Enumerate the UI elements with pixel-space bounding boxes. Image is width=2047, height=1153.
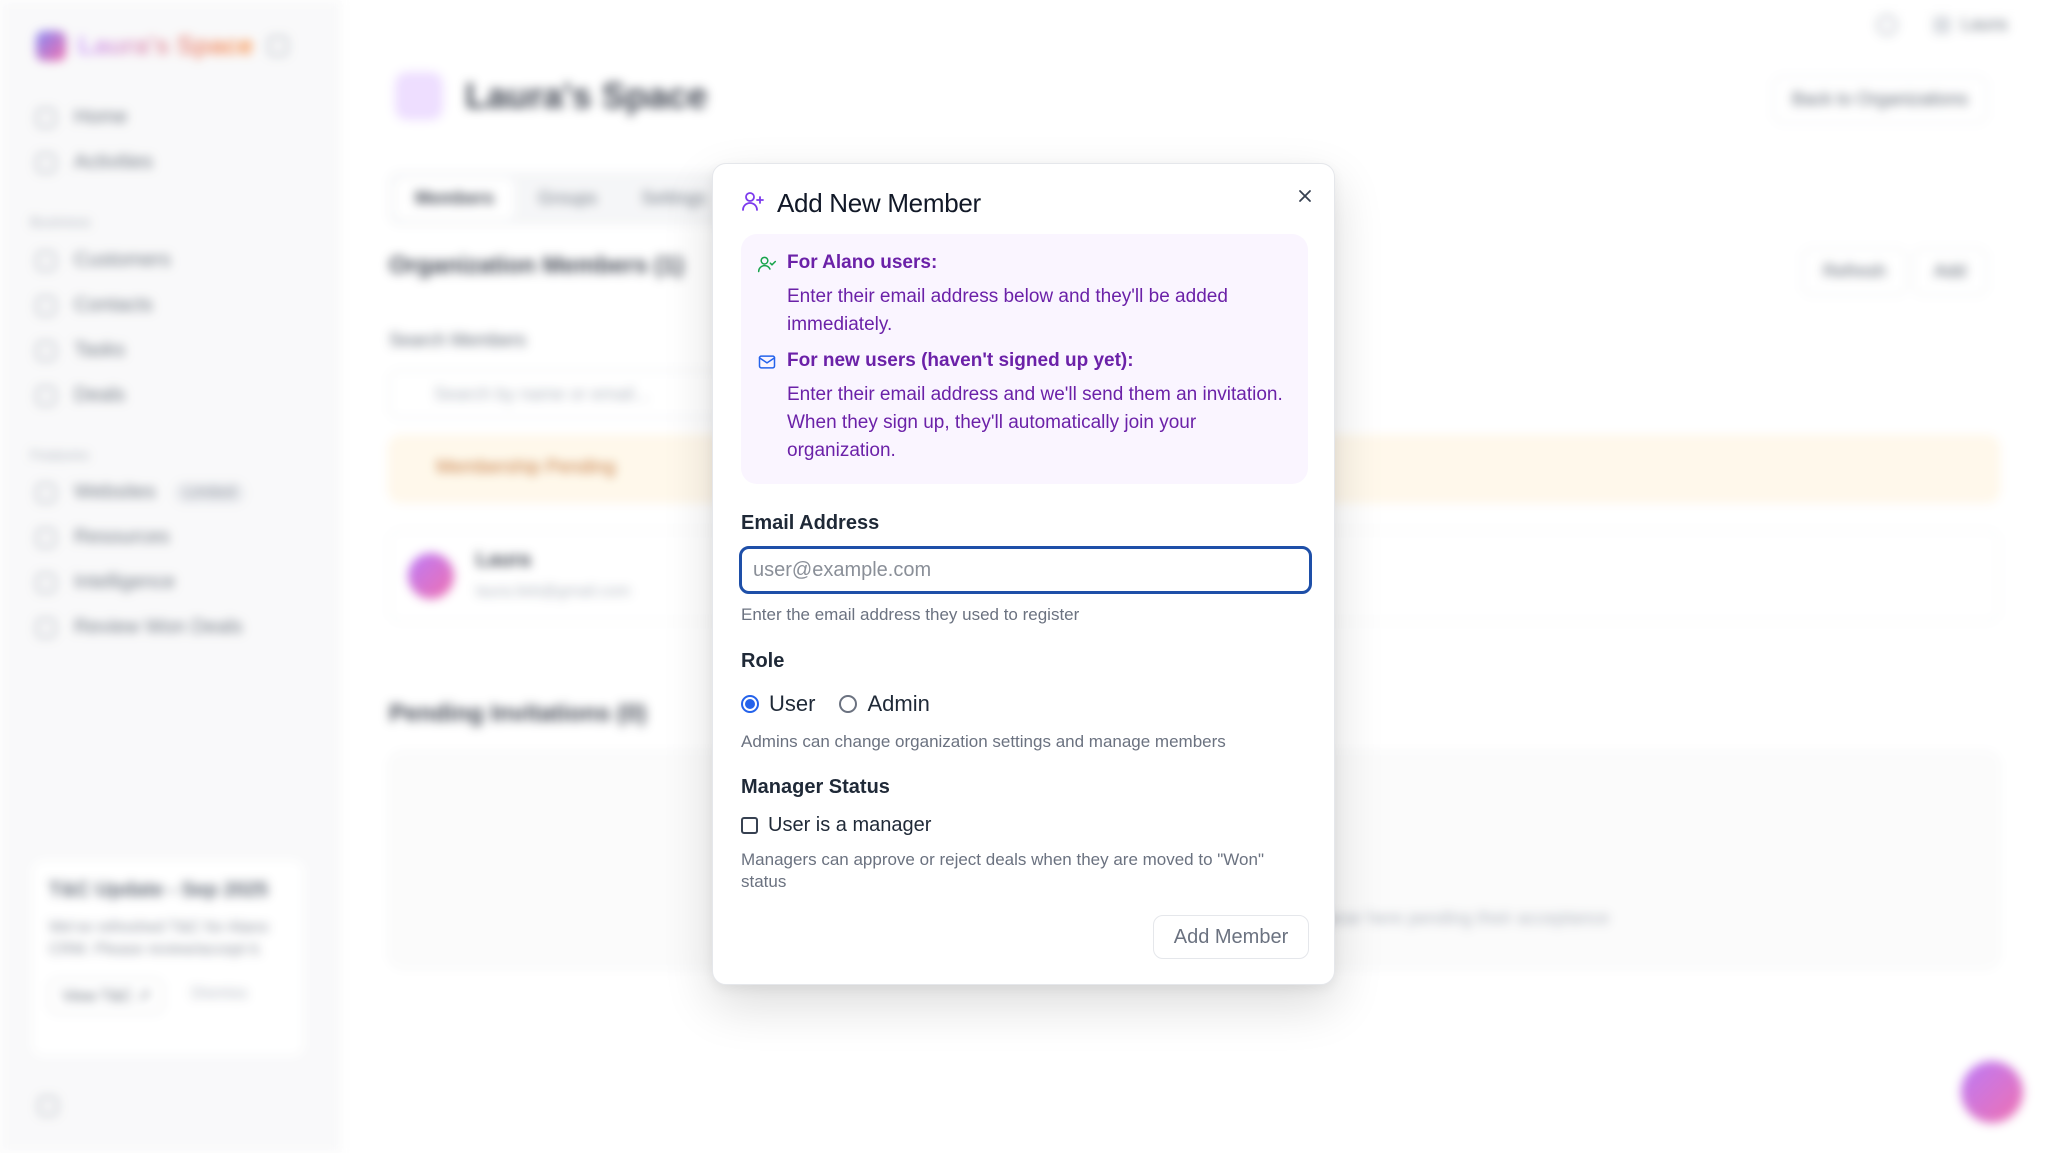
user-check-icon bbox=[757, 254, 777, 274]
close-icon bbox=[1297, 188, 1313, 209]
close-button[interactable] bbox=[1293, 186, 1317, 210]
info-callout: For Alano users: Enter their email addre… bbox=[741, 234, 1308, 484]
role-option-user[interactable]: User bbox=[741, 691, 815, 717]
role-radio-group: User Admin bbox=[741, 691, 930, 717]
role-label: Role bbox=[741, 650, 785, 672]
role-hint: Admins can change organization settings … bbox=[741, 732, 1226, 751]
role-option-label: Admin bbox=[867, 691, 930, 716]
alano-users-text: Enter their email address below and they… bbox=[787, 286, 1228, 335]
manager-checkbox-label: User is a manager bbox=[768, 814, 932, 836]
email-field[interactable] bbox=[739, 546, 1312, 594]
add-member-dialog: Add New Member For Alano users: Enter th… bbox=[712, 163, 1335, 985]
mail-icon bbox=[757, 352, 777, 372]
dialog-header: Add New Member bbox=[741, 188, 981, 219]
email-label: Email Address bbox=[741, 512, 880, 534]
add-member-button[interactable]: Add Member bbox=[1153, 915, 1309, 959]
role-option-admin[interactable]: Admin bbox=[839, 691, 930, 717]
manager-status-label: Manager Status bbox=[741, 776, 890, 798]
user-plus-icon bbox=[741, 189, 765, 218]
new-users-text: Enter their email address and we'll send… bbox=[787, 384, 1283, 461]
manager-hint: Managers can approve or reject deals whe… bbox=[741, 850, 1264, 891]
email-hint: Enter the email address they used to reg… bbox=[741, 605, 1080, 624]
dialog-title: Add New Member bbox=[777, 188, 981, 218]
new-users-heading: For new users (haven't signed up yet): bbox=[787, 350, 1134, 371]
radio-admin[interactable] bbox=[839, 695, 858, 713]
radio-user[interactable] bbox=[741, 695, 759, 713]
role-option-label: User bbox=[769, 691, 816, 716]
manager-checkbox[interactable] bbox=[741, 817, 758, 834]
manager-checkbox-row[interactable]: User is a manager bbox=[741, 814, 931, 837]
alano-users-heading: For Alano users: bbox=[787, 252, 938, 273]
